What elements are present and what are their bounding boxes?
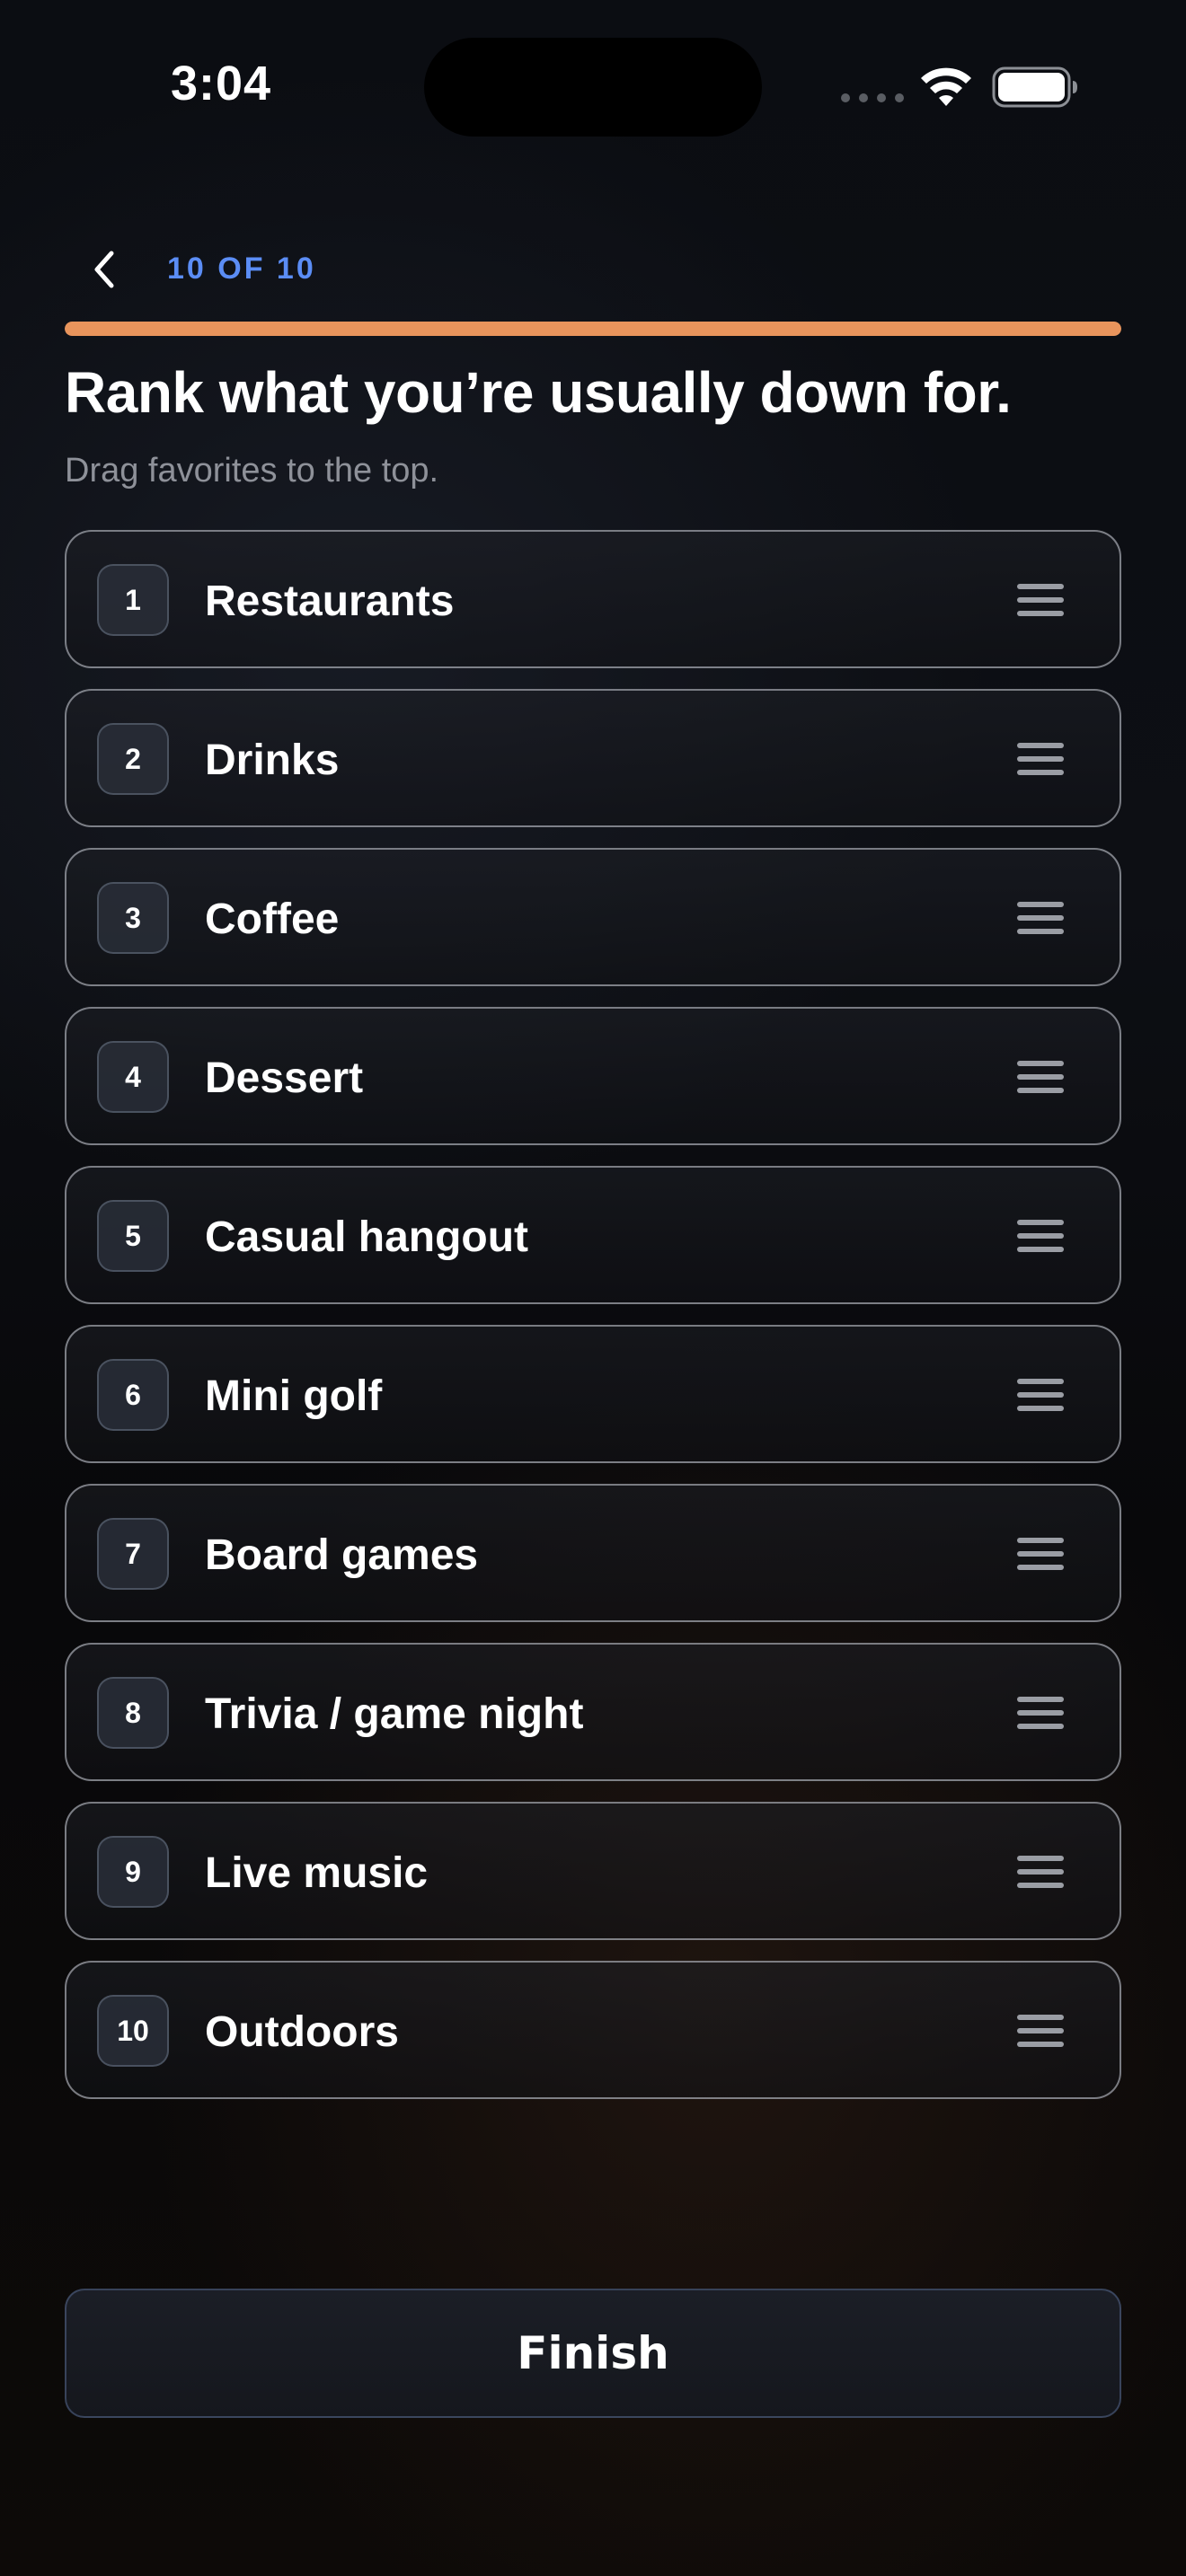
rank-item[interactable]: 9 Live music bbox=[65, 1802, 1121, 1940]
drag-handle-icon[interactable] bbox=[1017, 584, 1064, 616]
rank-item-label: Restaurants bbox=[205, 578, 455, 625]
drag-handle-icon[interactable] bbox=[1017, 1220, 1064, 1252]
rank-number-badge: 1 bbox=[97, 564, 169, 636]
status-time: 3:04 bbox=[171, 57, 272, 110]
rank-number-badge: 5 bbox=[97, 1200, 169, 1272]
page-subtitle: Drag favorites to the top. bbox=[65, 452, 439, 490]
step-counter: 10 OF 10 bbox=[167, 251, 316, 286]
rank-item-label: Outdoors bbox=[205, 2008, 399, 2056]
rank-item-label: Trivia / game night bbox=[205, 1690, 584, 1738]
rank-item[interactable]: 1 Restaurants bbox=[65, 530, 1121, 668]
rank-item-label: Board games bbox=[205, 1531, 479, 1579]
rank-item-label: Mini golf bbox=[205, 1372, 383, 1420]
rank-number-badge: 7 bbox=[97, 1518, 169, 1590]
rank-item[interactable]: 8 Trivia / game night bbox=[65, 1643, 1121, 1781]
drag-handle-icon[interactable] bbox=[1017, 902, 1064, 934]
finish-button[interactable]: Finish bbox=[65, 2289, 1121, 2418]
rank-item[interactable]: 4 Dessert bbox=[65, 1007, 1121, 1145]
rank-item[interactable]: 10 Outdoors bbox=[65, 1961, 1121, 2099]
progress-fill bbox=[65, 322, 1121, 336]
rank-item-label: Coffee bbox=[205, 895, 340, 943]
rank-number-badge: 8 bbox=[97, 1677, 169, 1749]
rank-item[interactable]: 2 Drinks bbox=[65, 689, 1121, 827]
drag-handle-icon[interactable] bbox=[1017, 1061, 1064, 1093]
cellular-signal-icon bbox=[841, 93, 904, 102]
back-button[interactable] bbox=[75, 241, 133, 298]
rank-list: 1 Restaurants 2 Drinks 3 Coffee 4 Desser… bbox=[65, 530, 1121, 2120]
wifi-icon bbox=[921, 67, 971, 106]
chevron-left-icon bbox=[94, 251, 114, 288]
drag-handle-icon[interactable] bbox=[1017, 1379, 1064, 1411]
rank-item-label: Drinks bbox=[205, 737, 340, 784]
progress-bar bbox=[65, 322, 1121, 336]
rank-item-label: Live music bbox=[205, 1849, 429, 1897]
battery-icon bbox=[992, 66, 1077, 108]
rank-number-badge: 6 bbox=[97, 1359, 169, 1431]
drag-handle-icon[interactable] bbox=[1017, 1856, 1064, 1888]
rank-number-badge: 10 bbox=[97, 1995, 169, 2067]
drag-handle-icon[interactable] bbox=[1017, 743, 1064, 775]
drag-handle-icon[interactable] bbox=[1017, 1697, 1064, 1729]
dynamic-island bbox=[424, 38, 762, 137]
rank-item[interactable]: 3 Coffee bbox=[65, 848, 1121, 986]
rank-number-badge: 4 bbox=[97, 1041, 169, 1113]
rank-item-label: Casual hangout bbox=[205, 1213, 529, 1261]
rank-number-badge: 2 bbox=[97, 723, 169, 795]
rank-number-badge: 9 bbox=[97, 1836, 169, 1908]
rank-item[interactable]: 7 Board games bbox=[65, 1484, 1121, 1622]
rank-item[interactable]: 6 Mini golf bbox=[65, 1325, 1121, 1463]
drag-handle-icon[interactable] bbox=[1017, 2015, 1064, 2047]
page-title: Rank what you’re usually down for. bbox=[65, 360, 1012, 425]
rank-item[interactable]: 5 Casual hangout bbox=[65, 1166, 1121, 1304]
rank-item-label: Dessert bbox=[205, 1054, 364, 1102]
drag-handle-icon[interactable] bbox=[1017, 1538, 1064, 1570]
rank-number-badge: 3 bbox=[97, 882, 169, 954]
